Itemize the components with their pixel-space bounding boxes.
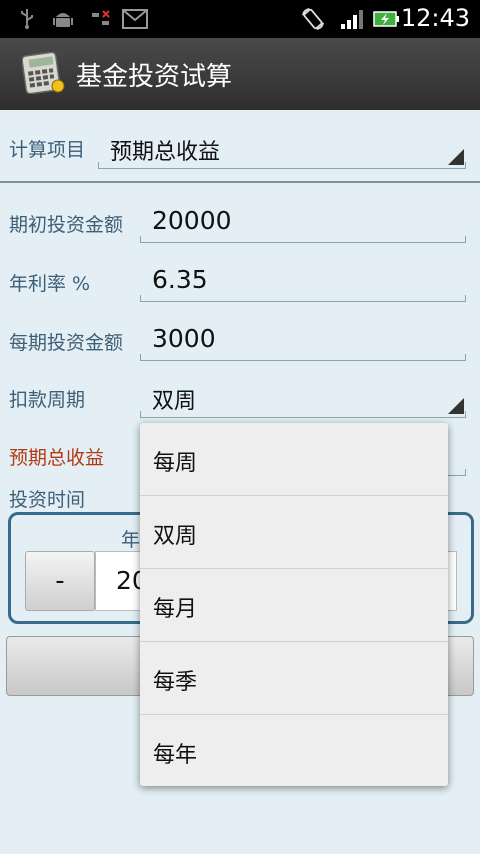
signal-icon xyxy=(341,10,363,29)
calc-item-spinner[interactable]: 预期总收益 xyxy=(98,128,466,169)
dropdown-option-biweekly[interactable]: 双周 xyxy=(140,496,448,569)
calculator-icon xyxy=(22,52,65,94)
dropdown-option-quarterly[interactable]: 每季 xyxy=(140,642,448,715)
initial-amount-input[interactable]: 20000 xyxy=(140,202,466,243)
section-divider xyxy=(0,181,480,183)
annual-rate-input[interactable]: 6.35 xyxy=(140,261,466,302)
status-time: 12:43 xyxy=(400,4,470,32)
debit-cycle-label: 扣款周期 xyxy=(9,389,86,411)
period-amount-value: 3000 xyxy=(152,324,216,353)
annual-rate-value: 6.35 xyxy=(152,265,208,294)
spinner-arrow-icon xyxy=(448,398,464,414)
option-label: 每周 xyxy=(153,451,198,476)
debit-cycle-value: 双周 xyxy=(152,389,197,414)
battery-charging-icon xyxy=(373,11,399,27)
debit-cycle-dropdown: 每周 双周 每月 每季 每年 xyxy=(140,423,448,786)
gmail-icon xyxy=(122,9,148,29)
app-title: 基金投资试算 xyxy=(76,62,233,92)
dropdown-option-yearly[interactable]: 每年 xyxy=(140,715,448,786)
expected-total-label: 预期总收益 xyxy=(9,447,105,469)
usb-icon xyxy=(21,9,33,29)
option-label: 双周 xyxy=(153,524,198,549)
calc-item-value: 预期总收益 xyxy=(110,140,221,165)
option-label: 每月 xyxy=(153,597,198,622)
year-header: 年 xyxy=(121,529,141,551)
option-label: 每季 xyxy=(153,670,198,695)
period-amount-label: 每期投资金额 xyxy=(9,332,124,354)
app-title-bar: 基金投资试算 xyxy=(0,38,480,112)
period-amount-input[interactable]: 3000 xyxy=(140,320,466,361)
decrement-button[interactable]: - xyxy=(25,551,95,611)
status-bar: 12:43 xyxy=(0,0,480,38)
calc-item-label: 计算项目 xyxy=(9,139,86,161)
screen-rotate-icon xyxy=(302,8,324,30)
initial-amount-value: 20000 xyxy=(152,206,232,235)
debit-cycle-spinner[interactable]: 双周 xyxy=(140,377,466,418)
dropdown-option-monthly[interactable]: 每月 xyxy=(140,569,448,642)
option-label: 每年 xyxy=(153,743,198,768)
spinner-arrow-icon xyxy=(448,149,464,165)
initial-amount-label: 期初投资金额 xyxy=(9,214,124,236)
annual-rate-label: 年利率 % xyxy=(9,273,91,295)
android-debug-icon xyxy=(53,13,73,27)
invest-time-label: 投资时间 xyxy=(9,489,86,511)
dropdown-option-weekly[interactable]: 每周 xyxy=(140,423,448,496)
data-sync-icon xyxy=(92,10,110,25)
